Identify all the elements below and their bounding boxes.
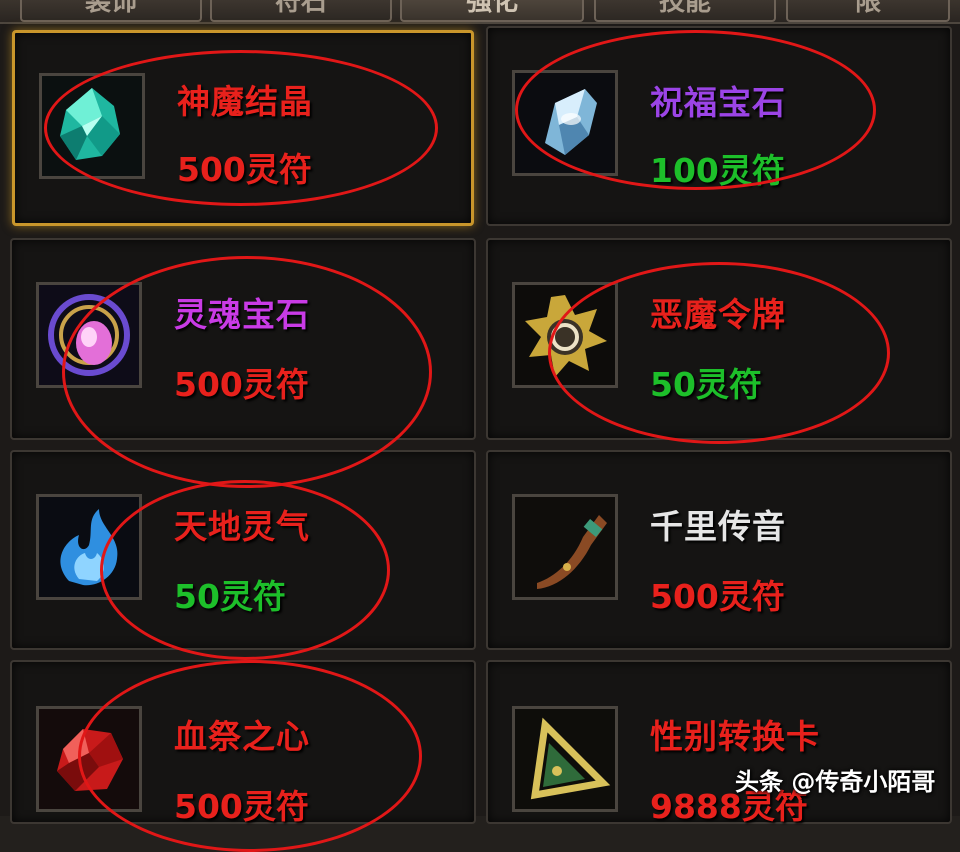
triangle-card-icon: [512, 706, 618, 812]
shop-item-card[interactable]: 祝福宝石 100灵符: [486, 26, 952, 226]
item-price: 500灵符: [174, 365, 309, 404]
soul-gem-icon: [36, 282, 142, 388]
item-name: 神魔结晶: [177, 82, 313, 121]
item-price: 500灵符: [177, 150, 312, 189]
shop-item-card[interactable]: 神魔结晶 500灵符: [12, 30, 474, 226]
tab-enhance[interactable]: 强化: [400, 0, 584, 22]
tab-bar: 装饰 符石 强化 技能 限: [0, 0, 960, 24]
shop-item-card[interactable]: 恶魔令牌 50灵符: [486, 238, 952, 440]
shop-item-card[interactable]: 千里传音 500灵符: [486, 450, 952, 650]
item-name: 千里传音: [650, 507, 786, 546]
shop-panel: 神魔结晶 500灵符 祝福宝石 100灵符 灵魂宝石 500灵符 恶魔令牌 50…: [0, 24, 960, 826]
item-name: 性别转换卡: [650, 717, 820, 756]
item-price: 50灵符: [174, 577, 286, 616]
shop-item-card[interactable]: 性别转换卡 9888灵符: [486, 660, 952, 826]
blessing-stone-icon: [512, 70, 618, 176]
shop-item-card[interactable]: 天地灵气 50灵符: [10, 450, 476, 650]
item-name: 天地灵气: [174, 507, 310, 546]
watermark-text: 头条 @传奇小陌哥: [735, 768, 936, 796]
tab-limited[interactable]: 限: [786, 0, 950, 22]
tab-skill[interactable]: 技能: [594, 0, 776, 22]
demon-token-icon: [512, 282, 618, 388]
shop-item-card[interactable]: 血祭之心 500灵符: [10, 660, 476, 826]
item-price: 500灵符: [174, 787, 309, 826]
item-price: 100灵符: [650, 151, 785, 190]
item-name: 血祭之心: [174, 717, 310, 756]
item-name: 灵魂宝石: [174, 295, 310, 334]
tab-rune[interactable]: 符石: [210, 0, 392, 22]
horn-icon: [512, 494, 618, 600]
tab-decoration[interactable]: 装饰: [20, 0, 202, 22]
cyan-crystal-icon: [39, 73, 145, 179]
item-name: 恶魔令牌: [650, 295, 786, 334]
item-price: 50灵符: [650, 365, 762, 404]
item-name: 祝福宝石: [650, 83, 786, 122]
blue-flame-icon: [36, 494, 142, 600]
item-price: 500灵符: [650, 577, 785, 616]
shop-item-card[interactable]: 灵魂宝石 500灵符: [10, 238, 476, 440]
blood-heart-gem-icon: [36, 706, 142, 812]
